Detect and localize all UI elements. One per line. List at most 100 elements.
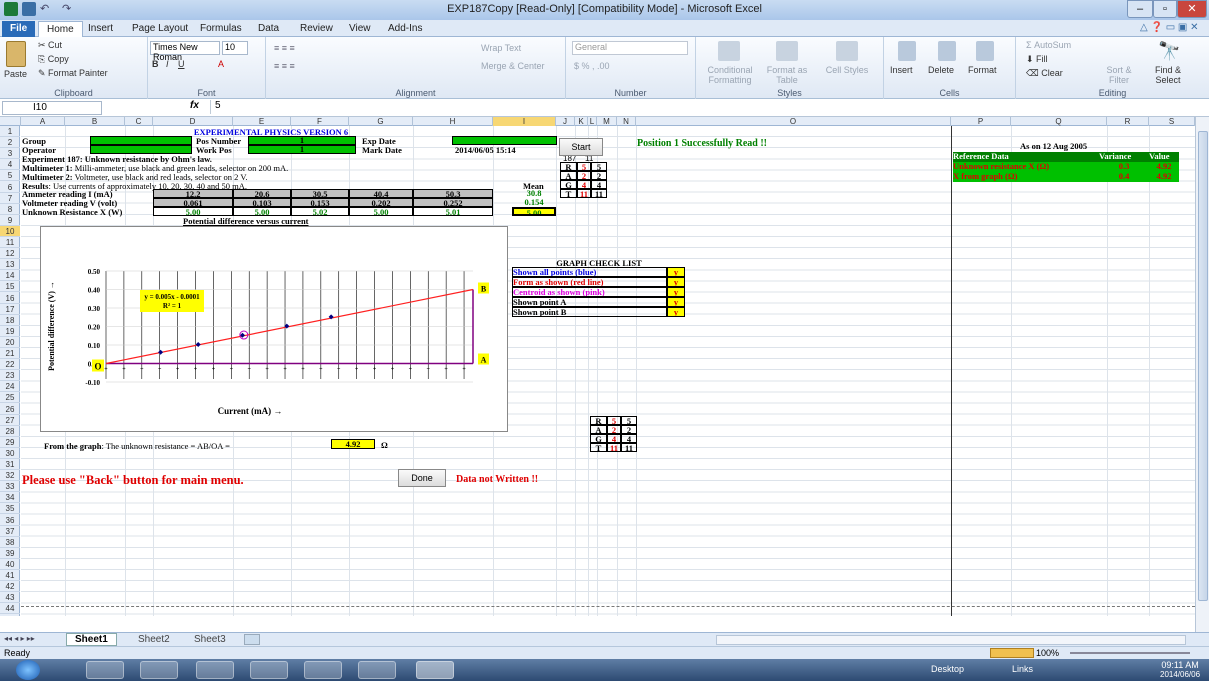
tab-page-layout[interactable]: Page Layout — [124, 21, 196, 37]
format-button[interactable]: Format — [968, 65, 997, 75]
row-header[interactable]: 7 — [0, 193, 20, 204]
column-header-B[interactable]: B — [65, 117, 125, 126]
fill-button[interactable]: ⬇ Fill — [1026, 54, 1048, 65]
format-table-icon[interactable] — [776, 41, 798, 61]
sheet-tab-2[interactable]: Sheet2 — [132, 634, 176, 645]
row-header[interactable]: 4 — [0, 159, 20, 171]
paste-button[interactable]: Paste — [4, 69, 27, 79]
name-box[interactable]: I10 — [2, 101, 102, 115]
row-header[interactable]: 12 — [0, 248, 20, 260]
row-header[interactable]: 17 — [0, 304, 20, 315]
tab-insert[interactable]: Insert — [80, 21, 121, 37]
column-header-Q[interactable]: Q — [1011, 117, 1107, 126]
tab-data[interactable]: Data — [250, 21, 287, 37]
tab-review[interactable]: Review — [292, 21, 341, 37]
row-header[interactable]: 31 — [0, 459, 20, 471]
zoom-level[interactable]: 100% — [1036, 648, 1059, 658]
row-header[interactable]: 35 — [0, 503, 20, 515]
row-header[interactable]: 30 — [0, 448, 20, 459]
zoom-slider[interactable] — [1070, 652, 1190, 654]
row-header[interactable]: 15 — [0, 281, 20, 293]
work-pos-value[interactable]: 1 — [248, 145, 356, 154]
row-header[interactable]: 43 — [0, 592, 20, 604]
operator-input[interactable] — [90, 145, 192, 154]
row-header[interactable]: 6 — [0, 182, 20, 193]
row-header[interactable]: 26 — [0, 404, 20, 415]
row-header[interactable]: 22 — [0, 359, 20, 371]
start-orb-icon[interactable] — [16, 660, 40, 680]
font-name-select[interactable]: Times New Roman — [150, 41, 220, 62]
folder-icon[interactable] — [140, 661, 178, 679]
help-icon[interactable]: △ ❓ ▭ ▣ ✕ — [1140, 22, 1199, 33]
bold-button[interactable]: B — [152, 59, 159, 69]
conditional-formatting-icon[interactable] — [718, 41, 740, 61]
font-color-button[interactable]: A — [218, 59, 224, 69]
italic-button[interactable]: I — [166, 59, 169, 69]
row-header[interactable]: 29 — [0, 437, 20, 448]
row-header[interactable]: 33 — [0, 481, 20, 493]
column-header-F[interactable]: F — [291, 117, 349, 126]
tab-formulas[interactable]: Formulas — [192, 21, 250, 37]
binoculars-icon[interactable]: 🔭 — [1158, 41, 1180, 62]
column-header-D[interactable]: D — [153, 117, 233, 126]
start-button[interactable]: Start — [559, 138, 603, 156]
column-header-M[interactable]: M — [597, 117, 617, 126]
pos-number-value[interactable]: 1 — [248, 136, 356, 145]
column-header-I[interactable]: I — [493, 117, 556, 126]
delete-button[interactable]: Delete — [928, 65, 954, 75]
sort-filter-button[interactable]: Sort & Filter — [1096, 65, 1142, 85]
row-header[interactable]: 25 — [0, 392, 20, 404]
row-header[interactable]: 23 — [0, 370, 20, 382]
tab-home[interactable]: Home — [38, 21, 83, 37]
insert-cells-icon[interactable] — [898, 41, 916, 61]
find-select-button[interactable]: Find & Select — [1146, 65, 1190, 85]
row-header[interactable]: 37 — [0, 526, 20, 537]
row-header[interactable]: 14 — [0, 270, 20, 282]
tab-file[interactable]: File — [2, 21, 36, 37]
excel-task-icon[interactable] — [416, 661, 454, 679]
column-header-H[interactable]: H — [413, 117, 493, 126]
view-normal-icon[interactable] — [990, 648, 1034, 658]
links-toolbar[interactable]: Links — [1012, 664, 1033, 674]
column-header-C[interactable]: C — [125, 117, 153, 126]
tab-add-ins[interactable]: Add-Ins — [380, 21, 430, 37]
row-header[interactable]: 16 — [0, 293, 20, 304]
cell-styles-icon[interactable] — [836, 41, 858, 61]
tab-view[interactable]: View — [341, 21, 379, 37]
window-icon[interactable] — [250, 661, 288, 679]
column-header-R[interactable]: R — [1107, 117, 1149, 126]
column-header-S[interactable]: S — [1149, 117, 1195, 126]
format-painter-button[interactable]: ✎ Format Painter — [38, 68, 108, 79]
insert-button[interactable]: Insert — [890, 65, 913, 75]
column-header-L[interactable]: L — [588, 117, 597, 126]
row-header[interactable]: 44 — [0, 603, 20, 615]
format-cells-icon[interactable] — [976, 41, 994, 61]
row-header[interactable]: 10 — [0, 225, 20, 237]
align-left-icon[interactable]: ≡ ≡ ≡ — [274, 61, 295, 71]
row-header[interactable]: 11 — [0, 237, 20, 249]
mean-cell[interactable]: 5.00 — [512, 207, 556, 216]
column-header-N[interactable]: N — [617, 117, 636, 126]
row-header[interactable]: 41 — [0, 570, 20, 582]
wrap-text-button[interactable]: Wrap Text — [481, 43, 521, 53]
format-as-table-button[interactable]: Format as Table — [762, 65, 812, 85]
row-header[interactable]: 13 — [0, 259, 20, 271]
desktop-toolbar[interactable]: Desktop — [931, 664, 964, 674]
clock[interactable]: 09:11 AM 2014/06/06 — [1160, 660, 1200, 679]
column-header-G[interactable]: G — [349, 117, 413, 126]
row-header[interactable]: 27 — [0, 415, 20, 426]
column-header-O[interactable]: O — [636, 117, 951, 126]
autosum-button[interactable]: Σ AutoSum — [1026, 40, 1071, 50]
row-header[interactable]: 20 — [0, 337, 20, 348]
close-button[interactable]: ✕ — [1177, 0, 1207, 18]
row-header[interactable]: 18 — [0, 315, 20, 326]
copy-button[interactable]: ⎘ Copy — [38, 54, 69, 65]
row-header[interactable]: 24 — [0, 381, 20, 393]
row-header[interactable]: 8 — [0, 204, 20, 215]
new-sheet-icon[interactable] — [244, 634, 260, 645]
row-header[interactable]: 39 — [0, 548, 20, 559]
row-header[interactable]: 3 — [0, 148, 20, 160]
align-top-icon[interactable]: ≡ ≡ ≡ — [274, 43, 295, 53]
row-header[interactable]: 32 — [0, 470, 20, 482]
scatter-chart[interactable]: 0.500.400.300.200.100.00-0.10+++++++++++… — [40, 226, 508, 432]
